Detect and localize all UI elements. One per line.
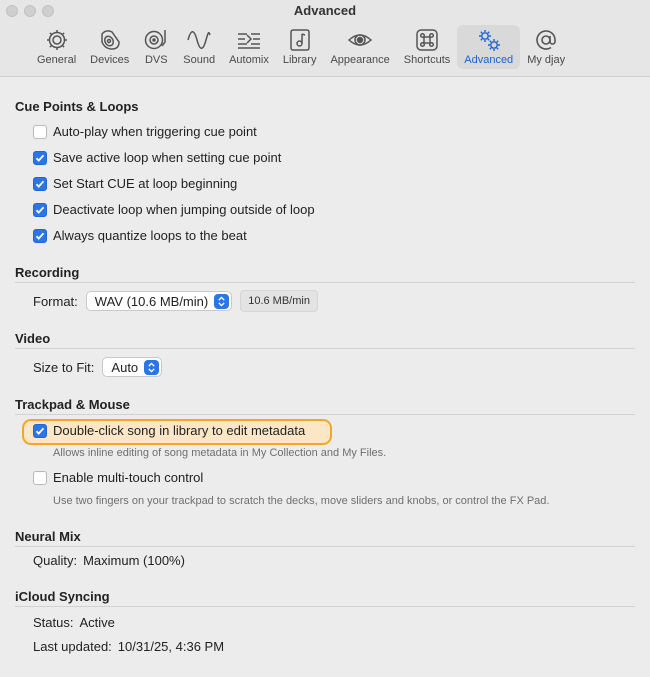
tab-label: Sound <box>183 54 216 66</box>
updown-arrows-icon <box>144 359 160 375</box>
format-value: WAV (10.6 MB/min) <box>94 293 209 309</box>
checkbox-label: Always quantize loops to the beat <box>53 228 247 243</box>
help-text: Use two fingers on your trackpad to scra… <box>53 495 550 507</box>
format-label: Format: <box>33 293 78 309</box>
tab-appearance[interactable]: Appearance <box>323 25 396 69</box>
tab-label: My djay <box>527 54 566 66</box>
size-to-fit-row: Size to Fit: Auto <box>33 357 163 377</box>
checkbox-label: Save active loop when setting cue point <box>53 150 282 165</box>
deactivate-loop-checkbox-row[interactable]: Deactivate loop when jumping outside of … <box>33 202 315 217</box>
window-title: Advanced <box>293 3 357 18</box>
tab-sound[interactable]: Sound <box>176 25 222 69</box>
checkbox-label: Deactivate loop when jumping outside of … <box>53 202 315 217</box>
tab-label: Advanced <box>464 54 514 66</box>
quality-value: Maximum (100%) <box>83 553 185 568</box>
automix-icon <box>237 33 260 49</box>
checkbox-label: Double-click song in library to edit met… <box>53 423 306 438</box>
cue-points-section: Cue Points & Loops <box>15 99 635 116</box>
tab-devices[interactable]: Devices <box>83 25 136 69</box>
tab-label: Library <box>282 54 317 66</box>
tab-library[interactable]: Library <box>276 25 324 69</box>
last-updated-label: Last updated: <box>33 639 112 654</box>
autoplay-cue-checkbox-row[interactable]: Auto-play when triggering cue point <box>33 124 257 139</box>
size-to-fit-label: Size to Fit: <box>33 359 95 375</box>
tab-label: DVS <box>144 54 168 66</box>
quality-label: Quality: <box>33 553 78 568</box>
checkmark-icon <box>35 232 45 240</box>
checkbox-label: Enable multi-touch control <box>53 470 204 485</box>
gears-icon <box>478 30 500 51</box>
status-value: Active <box>79 615 115 630</box>
tab-label: General <box>37 54 77 66</box>
checkmark-icon <box>35 180 45 188</box>
preferences-toolbar: General Devices DVS Sound Automix Librar… <box>30 25 572 71</box>
neural-mix-section: Neural Mix <box>15 529 635 547</box>
checkbox[interactable] <box>33 124 47 139</box>
size-to-fit-value: Auto <box>111 359 139 375</box>
tab-dvs[interactable]: DVS <box>136 25 176 69</box>
section-title: Recording <box>15 265 80 280</box>
trackpad-section: Trackpad & Mouse <box>15 397 635 415</box>
double-click-edit-checkbox-row[interactable]: Double-click song in library to edit met… <box>33 423 305 438</box>
tab-general[interactable]: General <box>30 25 83 69</box>
help-text: Allows inline editing of song metadata i… <box>53 447 387 459</box>
section-title: Trackpad & Mouse <box>15 397 130 412</box>
tab-label: Devices <box>90 54 130 66</box>
divider <box>15 282 635 283</box>
section-title: Cue Points & Loops <box>15 99 139 114</box>
last-updated-row: Last updated: 10/31/25, 4:36 PM <box>33 639 224 654</box>
divider <box>15 606 635 607</box>
checkmark-icon <box>35 427 45 435</box>
quantize-loops-checkbox-row[interactable]: Always quantize loops to the beat <box>33 228 247 243</box>
section-title: Neural Mix <box>15 529 81 544</box>
waveform-icon <box>187 31 211 49</box>
updown-arrows-icon <box>214 293 230 309</box>
checkbox-label: Auto-play when triggering cue point <box>53 124 257 139</box>
multitouch-checkbox-row[interactable]: Enable multi-touch control <box>33 470 203 485</box>
save-loop-checkbox-row[interactable]: Save active loop when setting cue point <box>33 150 281 165</box>
quality-row: Quality: Maximum (100%) <box>33 553 185 568</box>
tab-label: Shortcuts <box>403 54 451 66</box>
video-section: Video <box>15 331 635 349</box>
icloud-section: iCloud Syncing <box>15 589 635 607</box>
checkbox[interactable] <box>33 202 47 217</box>
checkbox[interactable] <box>33 176 47 191</box>
music-note-icon <box>289 29 310 51</box>
gear-icon <box>46 30 67 50</box>
format-popup[interactable]: WAV (10.6 MB/min) <box>85 291 233 311</box>
checkmark-icon <box>35 206 45 214</box>
last-updated-value: 10/31/25, 4:36 PM <box>117 639 225 654</box>
speaker-icon <box>100 30 120 50</box>
status-label: Status: <box>33 615 74 630</box>
turntable-icon <box>145 30 167 50</box>
checkbox[interactable] <box>33 423 47 438</box>
tab-advanced[interactable]: Advanced <box>457 25 521 69</box>
section-title: iCloud Syncing <box>15 589 110 604</box>
command-key-icon <box>416 29 438 51</box>
tab-my-djay[interactable]: My djay <box>520 25 572 69</box>
divider <box>15 414 635 415</box>
tab-automix[interactable]: Automix <box>222 25 276 69</box>
recording-section: Recording <box>15 265 635 283</box>
checkbox-label: Set Start CUE at loop beginning <box>53 176 238 191</box>
checkbox[interactable] <box>33 150 47 165</box>
divider <box>15 348 635 349</box>
title-bar: Advanced General Devices DVS Sound Autom… <box>0 0 650 77</box>
divider <box>15 546 635 547</box>
bitrate-readout: 10.6 MB/min <box>240 290 318 312</box>
section-title: Video <box>15 331 51 346</box>
tab-label: Appearance <box>330 54 390 66</box>
start-cue-checkbox-row[interactable]: Set Start CUE at loop beginning <box>33 176 237 191</box>
eye-icon <box>347 34 373 46</box>
checkmark-icon <box>35 154 45 162</box>
size-to-fit-popup[interactable]: Auto <box>102 357 163 377</box>
checkbox[interactable] <box>33 228 47 243</box>
tab-shortcuts[interactable]: Shortcuts <box>397 25 457 69</box>
checkbox[interactable] <box>33 470 47 485</box>
format-row: Format: WAV (10.6 MB/min) 10.6 MB/min <box>33 290 318 312</box>
at-sign-icon <box>536 30 556 50</box>
status-row: Status: Active <box>33 615 115 630</box>
tab-label: Automix <box>229 54 269 66</box>
